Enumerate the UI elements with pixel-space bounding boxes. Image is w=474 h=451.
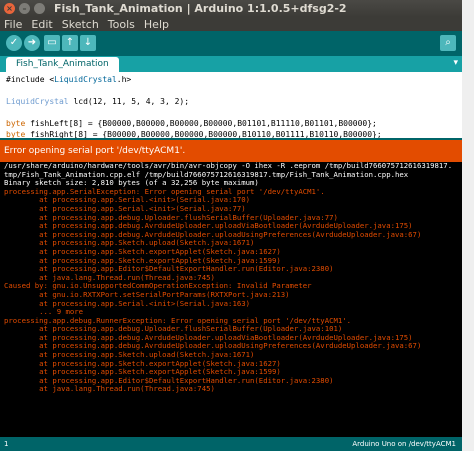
tab-menu-icon[interactable]: ▾ [453,58,458,68]
console-line: at processing.app.Serial.<init>(Serial.j… [4,299,251,308]
error-message-bar: Error opening serial port '/dev/ttyACM1'… [0,140,462,162]
console-line: processing.app.SerialException: Error op… [4,187,325,196]
line-number: 1 [4,440,9,448]
menu-file[interactable]: File [4,18,22,31]
upload-button[interactable]: ➜ [24,35,40,51]
console-line: at processing.app.debug.AvrdudeUploader.… [4,342,422,351]
console-line: ... 9 more [4,308,84,317]
tab-row: Fish_Tank_Animation ▾ [0,56,462,72]
arduino-ide-window: × – Fish_Tank_Animation | Arduino 1:1.0.… [0,0,462,451]
window-minimize-button[interactable]: – [19,3,30,14]
code-editor[interactable]: #include <LiquidCrystal.h> LiquidCrystal… [0,72,462,138]
console-line: at processing.app.Serial.<init>(Serial.j… [4,196,251,205]
console-line: at processing.app.debug.Uploader.flushSe… [4,213,338,222]
code-line: byte fishRight[8] = {B00000,B00000,B0000… [6,130,382,138]
console-line: at processing.app.Serial.<init>(Serial.j… [4,204,246,213]
menu-help[interactable]: Help [144,18,169,31]
console-line: at processing.app.Sketch.exportApplet(Sk… [4,247,281,256]
console-line: /usr/share/arduino/hardware/tools/avr/bi… [4,162,453,170]
console-line: at processing.app.debug.AvrdudeUploader.… [4,333,413,342]
window-maximize-button[interactable] [34,3,45,14]
menu-tools[interactable]: Tools [108,18,135,31]
serial-monitor-button[interactable]: ⌕ [440,35,456,51]
console-line: Caused by: gnu.io.UnsupportedCommOperati… [4,282,312,291]
window-close-button[interactable]: × [4,3,15,14]
console-line: at java.lang.Thread.run(Thread.java:745) [4,273,215,282]
console-line: at processing.app.Sketch.upload(Sketch.j… [4,351,255,360]
background-window-strip [462,0,474,451]
console-line: at java.lang.Thread.run(Thread.java:745) [4,385,215,394]
console-line: at processing.app.Sketch.upload(Sketch.j… [4,239,255,248]
console-line: at processing.app.Editor$DefaultExportHa… [4,376,334,385]
console-line: processing.app.debug.RunnerException: Er… [4,316,352,325]
menu-bar: File Edit Sketch Tools Help [0,17,462,31]
code-line: #include <LiquidCrystal.h> [6,75,132,84]
console-line: at processing.app.Sketch.exportApplet(Sk… [4,256,281,265]
verify-button[interactable]: ✓ [6,35,22,51]
console-line: at processing.app.debug.Uploader.flushSe… [4,325,343,334]
toolbar: ✓ ➜ ▭ ↑ ↓ ⌕ [0,31,462,56]
console-line: at processing.app.debug.AvrdudeUploader.… [4,222,413,231]
console-line: Binary sketch size: 2,810 bytes (of a 32… [4,179,259,188]
code-line: byte fishLeft[8] = {B00000,B00000,B00000… [6,119,377,128]
board-port-label: Arduino Uno on /dev/ttyACM1 [352,440,456,448]
console-line: at processing.app.Sketch.exportApplet(Sk… [4,368,281,377]
new-sketch-button[interactable]: ▭ [44,35,60,51]
title-bar: × – Fish_Tank_Animation | Arduino 1:1.0.… [0,0,462,17]
menu-sketch[interactable]: Sketch [62,18,99,31]
tab-sketch[interactable]: Fish_Tank_Animation [6,57,119,72]
console-line: at processing.app.Editor$DefaultExportHa… [4,265,334,274]
save-sketch-button[interactable]: ↓ [80,35,96,51]
status-bar: 1 Arduino Uno on /dev/ttyACM1 [0,437,462,451]
console-output[interactable]: /usr/share/arduino/hardware/tools/avr/bi… [0,162,462,437]
open-sketch-button[interactable]: ↑ [62,35,78,51]
console-line: at processing.app.debug.AvrdudeUploader.… [4,230,422,239]
console-line: at processing.app.Sketch.exportApplet(Sk… [4,359,281,368]
code-line: LiquidCrystal lcd(12, 11, 5, 4, 3, 2); [6,97,190,106]
window-title: Fish_Tank_Animation | Arduino 1:1.0.5+df… [54,2,347,15]
console-line: tmp/Fish_Tank_Animation.cpp.elf /tmp/bui… [4,170,409,179]
menu-edit[interactable]: Edit [31,18,52,31]
console-line: at gnu.io.RXTXPort.setSerialPortParams(R… [4,290,290,299]
